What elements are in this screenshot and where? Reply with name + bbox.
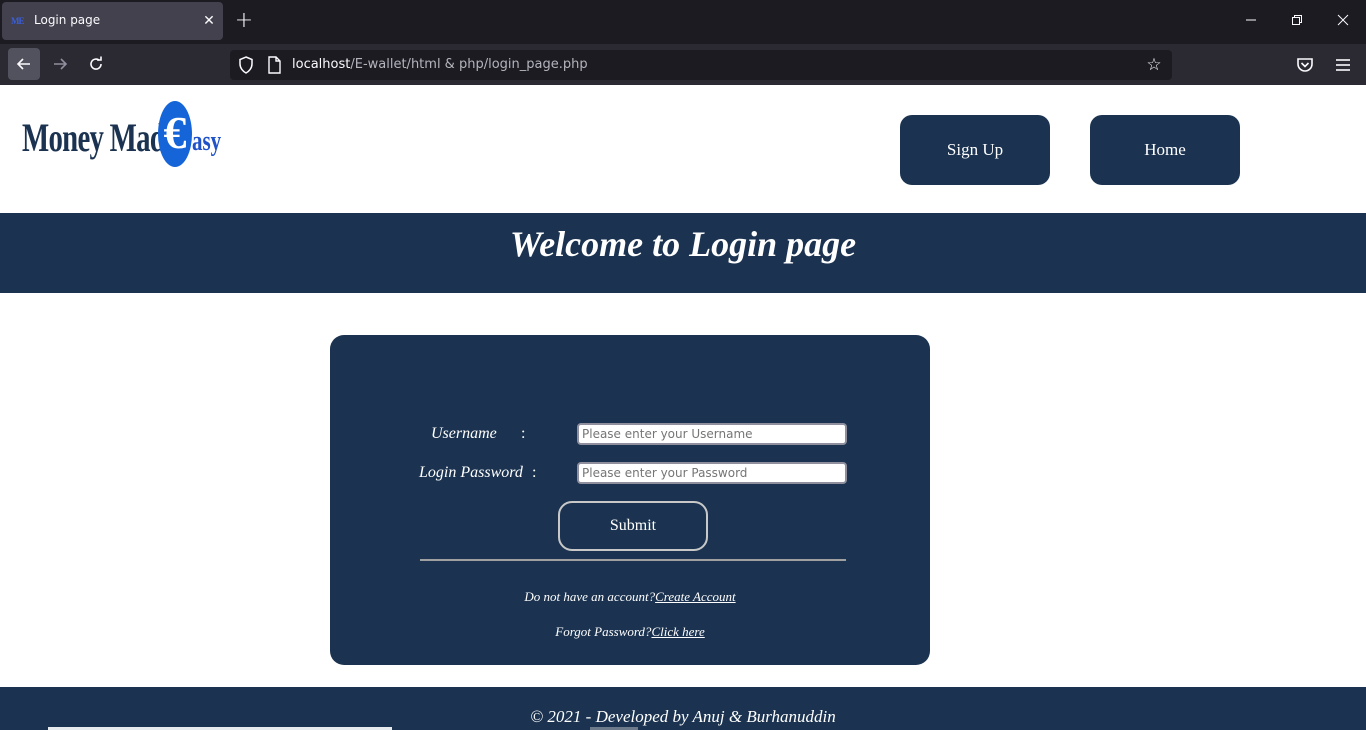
close-icon <box>1337 14 1349 26</box>
password-label: Login Password <box>419 464 523 481</box>
address-bar[interactable]: localhost/E-wallet/html & php/login_page… <box>230 50 1172 80</box>
submit-button[interactable]: Submit <box>558 501 708 551</box>
pocket-icon[interactable] <box>1294 54 1316 76</box>
site-logo[interactable]: Money Made € asy <box>22 99 222 169</box>
shield-icon[interactable] <box>238 56 254 74</box>
username-label: Username <box>431 425 497 442</box>
favicon-icon: ME <box>11 16 25 26</box>
back-button[interactable] <box>8 48 40 80</box>
url-text[interactable]: localhost/E-wallet/html & php/login_page… <box>292 57 588 72</box>
minimize-icon <box>1246 19 1256 21</box>
reload-icon <box>90 56 102 70</box>
welcome-banner: Welcome to Login page <box>0 213 1366 293</box>
euro-logo-icon: € <box>158 101 192 167</box>
create-account-link[interactable]: Create Account <box>655 589 736 604</box>
restore-icon <box>1292 15 1302 25</box>
create-account-line: Do not have an account?Create Account <box>330 589 930 605</box>
username-colon: : <box>521 425 526 442</box>
page-content: Money Made € asy Sign Up Home Welcome to… <box>0 85 1366 730</box>
login-form: Username : Login Password : Submit Do no… <box>330 335 930 665</box>
tab-close-icon[interactable]: ✕ <box>199 11 219 31</box>
forward-button[interactable] <box>44 48 76 80</box>
close-window-button[interactable] <box>1331 10 1355 34</box>
bookmark-star-icon[interactable]: ☆ <box>1142 53 1166 77</box>
home-button[interactable]: Home <box>1090 115 1240 185</box>
reload-button[interactable] <box>80 48 112 80</box>
page-footer: © 2021 - Developed by Anuj & Burhanuddin <box>0 687 1366 730</box>
username-input[interactable] <box>577 423 847 445</box>
browser-nav-bar: localhost/E-wallet/html & php/login_page… <box>0 44 1366 85</box>
logo-text: Money Made <box>22 115 178 160</box>
forward-arrow-icon <box>54 58 68 70</box>
forgot-password-text: Forgot Password? <box>555 624 652 639</box>
minimize-window-button[interactable] <box>1239 10 1263 34</box>
form-divider <box>420 559 846 561</box>
restore-window-button[interactable] <box>1285 10 1309 34</box>
url-path: /E-wallet/html & php/login_page.php <box>350 57 588 72</box>
password-input[interactable] <box>577 462 847 484</box>
back-arrow-icon <box>16 58 30 70</box>
new-tab-button[interactable]: + <box>232 10 256 34</box>
forgot-password-link[interactable]: Click here <box>651 624 704 639</box>
forgot-password-line: Forgot Password?Click here <box>330 624 930 640</box>
tab-title: Login page <box>34 13 101 27</box>
browser-tab-bar: ME Login page ✕ + <box>0 0 1366 44</box>
page-title: Welcome to Login page <box>509 224 857 264</box>
logo-text-tail: asy <box>192 126 222 157</box>
url-host: localhost <box>292 57 351 72</box>
page-icon[interactable] <box>267 56 281 74</box>
tab-login-page[interactable]: ME Login page ✕ <box>2 2 223 40</box>
no-account-text: Do not have an account? <box>524 589 656 604</box>
footer-text: © 2021 - Developed by Anuj & Burhanuddin <box>530 707 836 726</box>
password-colon: : <box>532 464 537 481</box>
signup-button[interactable]: Sign Up <box>900 115 1050 185</box>
hamburger-menu-icon[interactable] <box>1332 54 1354 76</box>
